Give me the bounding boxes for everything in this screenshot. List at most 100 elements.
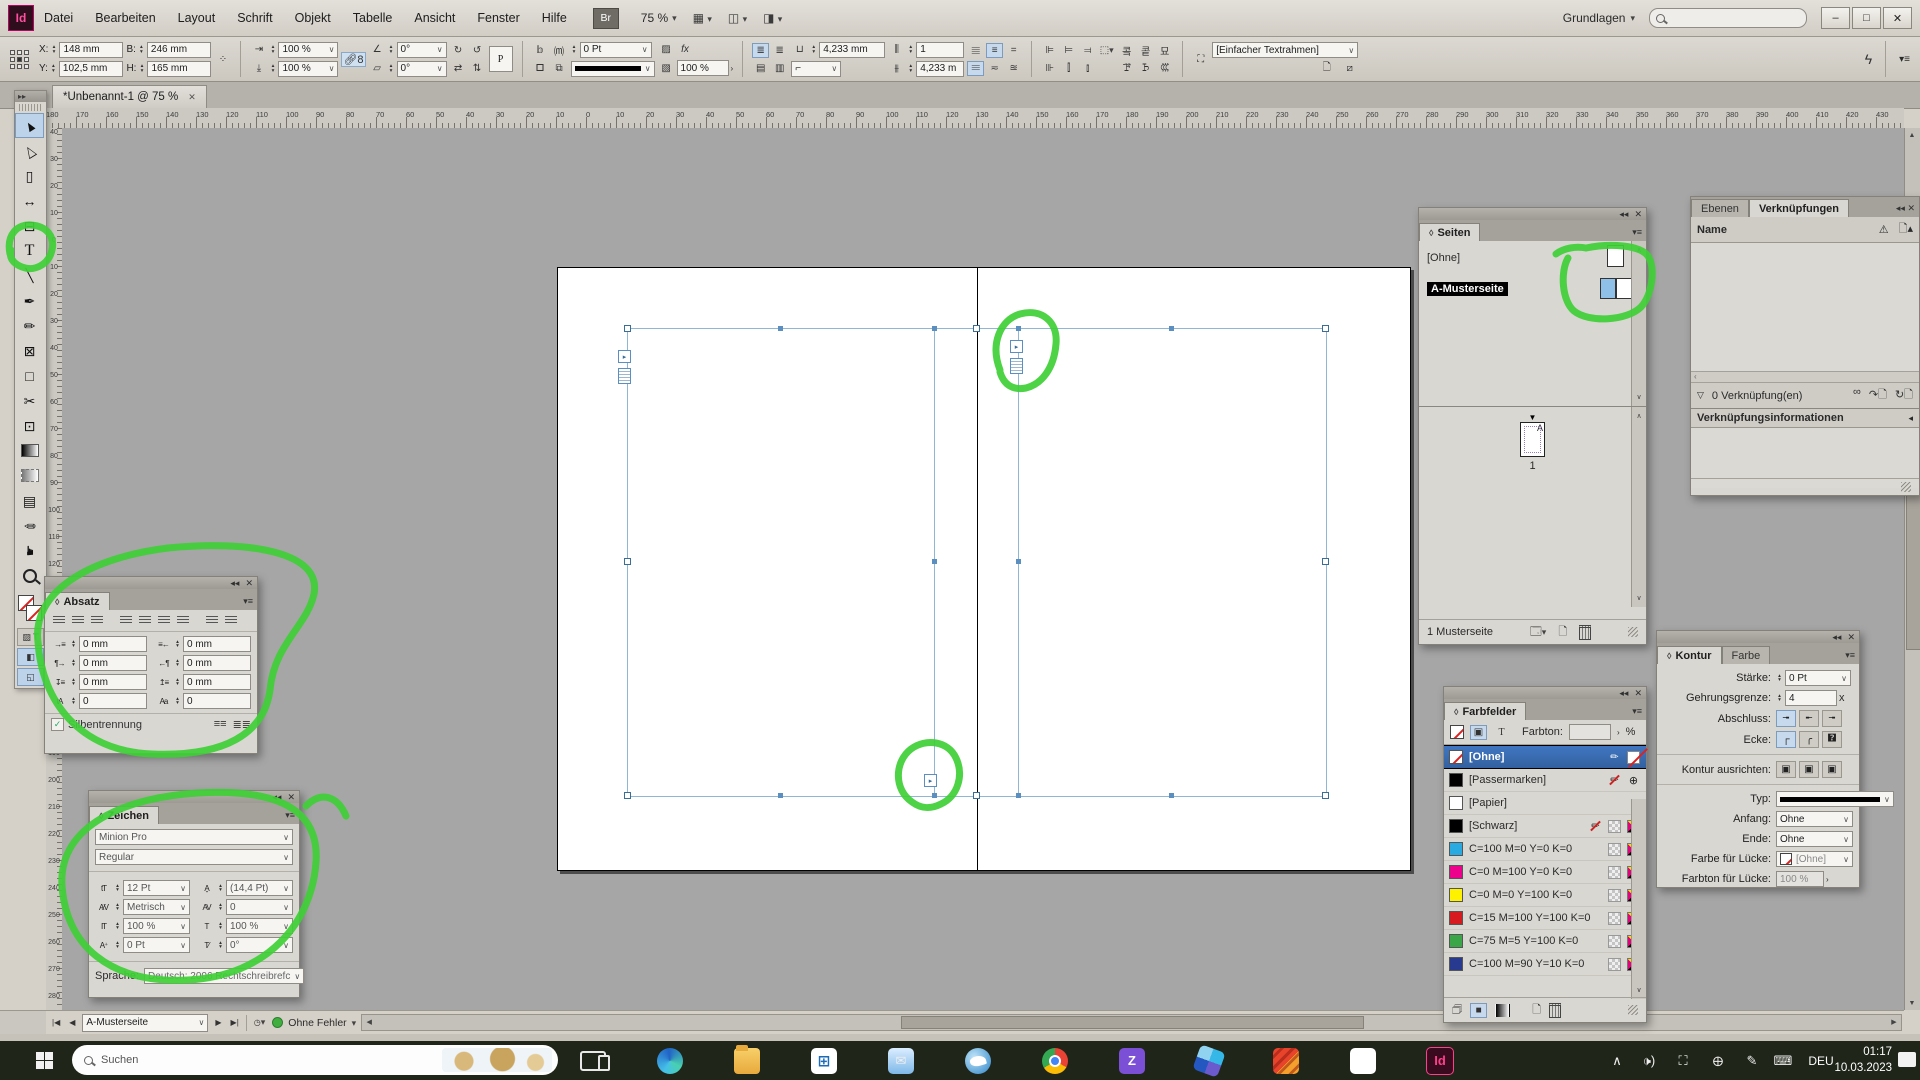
left-frame-in-port[interactable]: ▸ bbox=[618, 350, 631, 363]
horizontal-scrollbar[interactable]: ◀ ▶ bbox=[361, 1014, 1902, 1031]
relink-icon[interactable]: ∞ bbox=[1853, 386, 1861, 405]
cap-butt-button[interactable]: ╼ bbox=[1776, 710, 1796, 727]
master-a-spread-icon[interactable] bbox=[1600, 278, 1632, 299]
align-options-icon[interactable]: ⬚ bbox=[1098, 43, 1115, 58]
zoom-tool[interactable] bbox=[15, 563, 44, 588]
handle-mid-left[interactable] bbox=[624, 558, 631, 565]
tab-verknuepfungen[interactable]: Verknüpfungen bbox=[1749, 199, 1849, 217]
menu-item[interactable]: Fenster bbox=[477, 11, 519, 25]
free-transform-tool[interactable]: ⊡ bbox=[15, 413, 44, 438]
search-input[interactable] bbox=[1649, 8, 1807, 28]
tab-kontur[interactable]: Kontur bbox=[1657, 646, 1722, 664]
effects-icon[interactable]: ▨ bbox=[658, 42, 675, 57]
gap-tool[interactable]: ↔ bbox=[15, 188, 44, 213]
gap-color-dropdown[interactable]: [Ohne] bbox=[1776, 851, 1853, 867]
hscroll-thumb[interactable] bbox=[901, 1016, 1365, 1029]
page-1-item[interactable]: ▼ A 1 bbox=[1419, 407, 1646, 472]
resize-grip[interactable] bbox=[1628, 627, 1638, 637]
resize-grip[interactable] bbox=[1901, 482, 1911, 492]
frame-inset-field[interactable]: 4,233 mm bbox=[819, 42, 885, 58]
last-page-button[interactable]: ▶| bbox=[229, 1016, 241, 1029]
end-dropdown[interactable]: Ohne bbox=[1776, 831, 1853, 847]
start-button[interactable] bbox=[24, 1041, 64, 1080]
flip-v-icon[interactable]: ⇅ bbox=[469, 61, 486, 76]
flip-h-icon[interactable]: ⇄ bbox=[450, 61, 467, 76]
character-value-field[interactable]: Metrisch bbox=[123, 899, 190, 915]
start-dropdown[interactable]: Ohne bbox=[1776, 811, 1853, 827]
next-page-button[interactable]: ▶ bbox=[213, 1016, 223, 1029]
tab-zeichen[interactable]: Zeichen bbox=[89, 806, 159, 824]
menu-item[interactable]: Hilfe bbox=[542, 11, 567, 25]
show-gradient-swatches-button[interactable] bbox=[1495, 1004, 1510, 1017]
swatch-row[interactable]: C=15 M=100 Y=100 K=0 bbox=[1444, 907, 1646, 930]
screen-mode-button[interactable]: ◫ bbox=[728, 11, 747, 25]
clear-overrides-icon[interactable]: 🗋 bbox=[1318, 61, 1335, 76]
volume-icon[interactable]: 🕩) bbox=[1634, 1041, 1664, 1080]
type-tool[interactable]: T bbox=[15, 238, 44, 263]
arrange-documents-button[interactable]: ◨ bbox=[763, 11, 782, 25]
gradient-tool[interactable] bbox=[15, 438, 44, 463]
close-icon[interactable]: ✕ bbox=[1634, 688, 1642, 699]
align-center-button[interactable] bbox=[70, 614, 85, 627]
chrome-app-icon[interactable] bbox=[1037, 1041, 1073, 1080]
menu-item[interactable]: Datei bbox=[44, 11, 73, 25]
paragraph-value-field[interactable]: 0 mm bbox=[183, 655, 251, 671]
selection-bounding-box[interactable] bbox=[627, 328, 1327, 797]
tint-field[interactable] bbox=[1569, 724, 1611, 740]
selection-tool[interactable]: ▲ bbox=[15, 113, 44, 138]
affect-text-button[interactable]: T bbox=[1493, 725, 1510, 740]
y-field[interactable]: 102,5 mm bbox=[59, 61, 123, 77]
justify-center-button[interactable] bbox=[137, 614, 152, 627]
object-style-dropdown[interactable]: [Einfacher Textrahmen] bbox=[1212, 42, 1358, 58]
menu-item[interactable]: Tabelle bbox=[353, 11, 393, 25]
align-stroke-outside-button[interactable]: ▣ bbox=[1822, 761, 1842, 778]
justify-all-button[interactable] bbox=[175, 614, 190, 627]
tools-panel-header[interactable]: ▸▸ bbox=[15, 91, 46, 102]
delete-page-button[interactable] bbox=[1579, 625, 1591, 640]
character-value-field[interactable]: 0 bbox=[226, 899, 293, 915]
tab-ebenen[interactable]: Ebenen bbox=[1691, 199, 1749, 217]
gap-tint-field[interactable]: 100 % bbox=[1776, 871, 1824, 887]
scale-x-field[interactable]: 100 % bbox=[278, 42, 338, 58]
shear-field[interactable]: 0° bbox=[397, 61, 447, 77]
paragraph-value-field[interactable]: 0 mm bbox=[183, 674, 251, 690]
close-icon[interactable]: ✕ bbox=[287, 792, 295, 803]
links-hscroll[interactable]: ‹ bbox=[1691, 371, 1919, 382]
handle-top-right[interactable] bbox=[1322, 325, 1329, 332]
collapse-icon[interactable]: ◂◂ bbox=[272, 792, 281, 803]
hand-tool[interactable]: ☛ bbox=[15, 538, 44, 563]
cap-round-button[interactable]: ╾ bbox=[1799, 710, 1819, 727]
red-a-app-icon[interactable] bbox=[1268, 1041, 1304, 1080]
pencil-tool[interactable]: ✏ bbox=[15, 313, 44, 338]
control-panel-menu-icon[interactable]: ▾≡ bbox=[1899, 54, 1910, 65]
x-stepper[interactable] bbox=[50, 45, 57, 54]
align-center-icon[interactable]: ⊨ bbox=[1060, 43, 1077, 58]
indesign-taskbar-icon[interactable]: Id bbox=[1422, 1041, 1458, 1080]
handle-bottom-center[interactable] bbox=[973, 792, 980, 799]
rotation-field[interactable]: 0° bbox=[397, 42, 447, 58]
stroke-type-panel-dropdown[interactable] bbox=[1776, 791, 1894, 807]
height-field[interactable]: 165 mm bbox=[147, 61, 211, 77]
left-frame-out-port[interactable]: ▸ bbox=[924, 774, 937, 787]
opacity-field[interactable]: 100 % bbox=[677, 60, 729, 76]
master-none-row[interactable]: [Ohne] bbox=[1419, 241, 1646, 274]
panel-menu-icon[interactable]: ▾≡ bbox=[285, 810, 295, 821]
height-stepper[interactable] bbox=[138, 64, 145, 73]
tray-chevron-icon[interactable]: ∧ bbox=[1604, 1041, 1630, 1080]
tab-farbe[interactable]: Farbe bbox=[1722, 646, 1771, 664]
character-value-field[interactable]: 12 Pt bbox=[123, 880, 190, 896]
corner-options-dropdown[interactable]: ⌐ bbox=[791, 61, 841, 77]
menu-item[interactable]: Ansicht bbox=[414, 11, 455, 25]
affect-container-button[interactable]: ▣ bbox=[1470, 725, 1487, 740]
edit-page-size-button[interactable]: 🗔 bbox=[1530, 623, 1546, 642]
resize-grip[interactable] bbox=[1628, 1005, 1638, 1015]
clock[interactable]: 01:17 10.03.2023 bbox=[1834, 1044, 1892, 1077]
bridge-button[interactable]: Br bbox=[593, 8, 619, 29]
collapse-icon[interactable]: ◂◂ bbox=[230, 578, 239, 589]
line-tool[interactable]: ╲ bbox=[15, 263, 44, 288]
mail-app-icon[interactable]: ✉ bbox=[883, 1041, 919, 1080]
horizontal-ruler[interactable]: 1801701601501401301201101009080706050403… bbox=[46, 108, 1904, 129]
panel-menu-icon[interactable]: ▾≡ bbox=[1845, 650, 1855, 661]
justify-right-button[interactable] bbox=[156, 614, 171, 627]
reference-point-proxy[interactable] bbox=[10, 50, 29, 69]
